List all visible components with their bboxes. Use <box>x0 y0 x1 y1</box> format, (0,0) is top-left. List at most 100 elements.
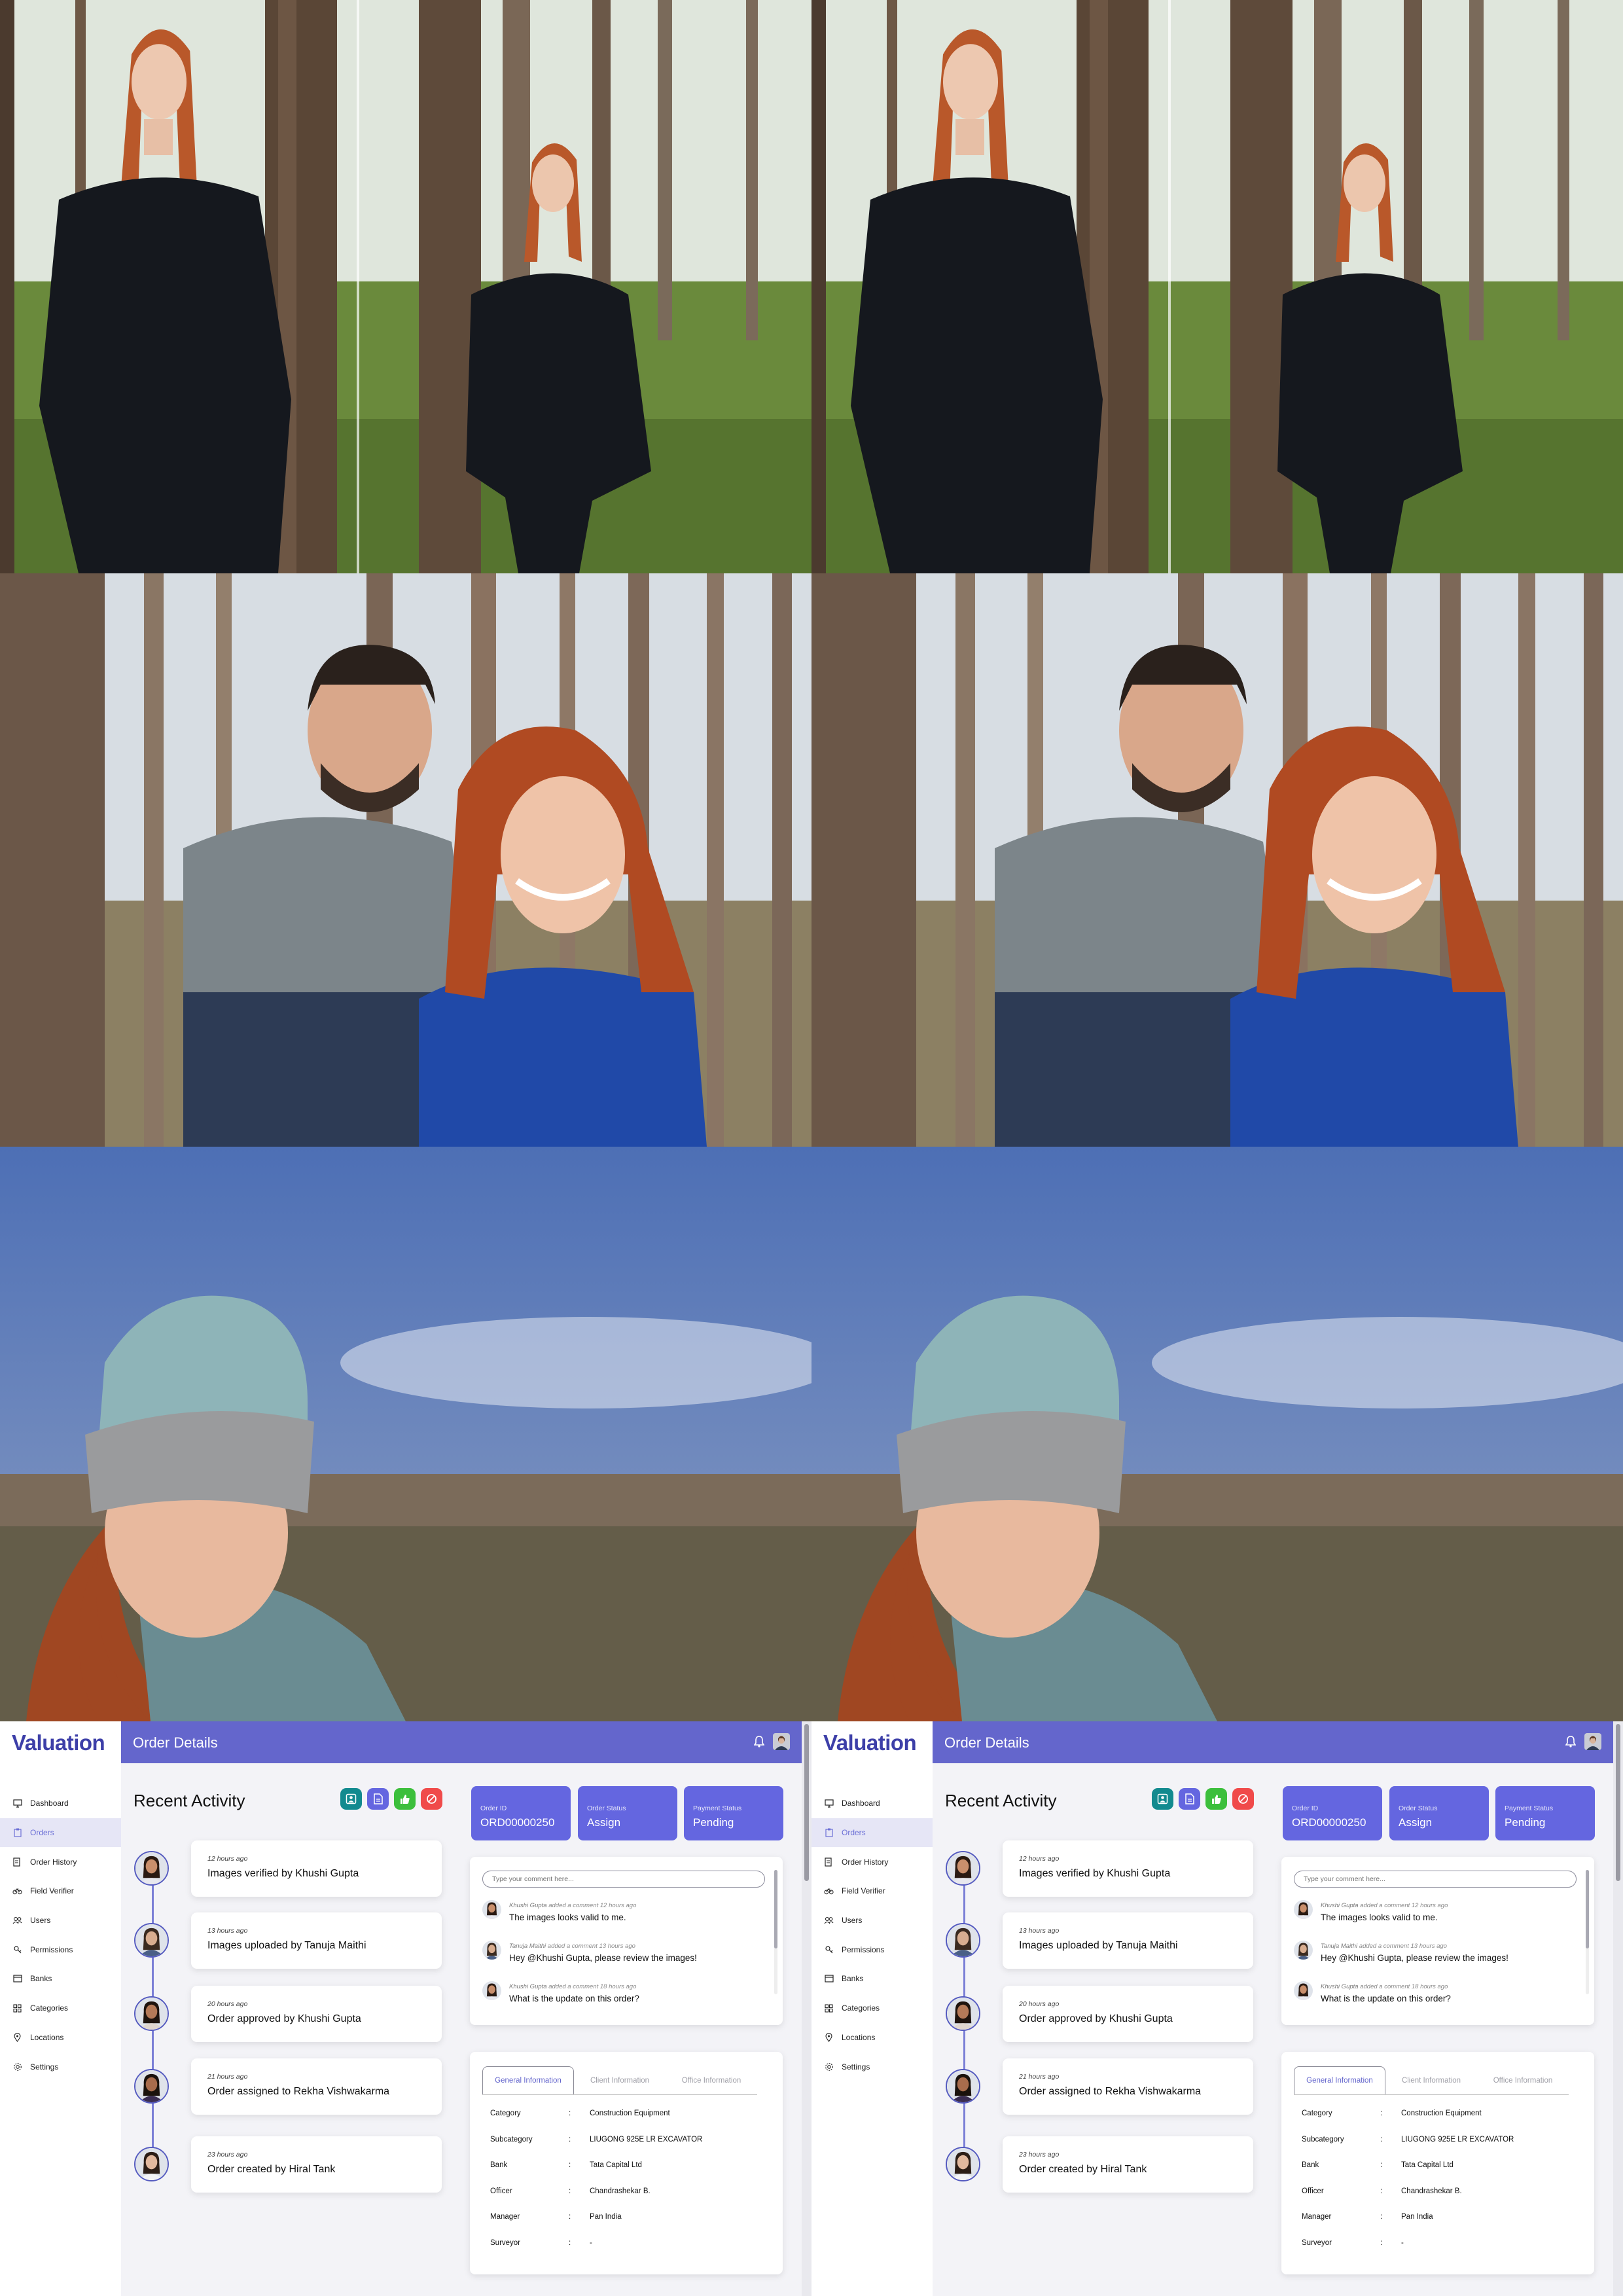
document-edit-button[interactable] <box>367 1788 389 1810</box>
info-value: Chandrashekar B. <box>1401 2187 1462 2195</box>
gear-icon <box>824 2062 834 2072</box>
info-row-manager: Manager : Pan India <box>1294 2213 1582 2226</box>
sidebar-item-categories[interactable]: Categories <box>812 1994 933 2023</box>
scrollbar-thumb[interactable] <box>1616 1724 1620 1881</box>
comments-scrollbar[interactable] <box>774 1870 777 1994</box>
activity-avatar <box>946 2147 980 2181</box>
comment-author[interactable]: Khushi Gupta <box>509 1902 547 1909</box>
sidebar-item-permissions[interactable]: Permissions <box>812 1935 933 1964</box>
comment-avatar <box>1294 1900 1313 1919</box>
comment-input[interactable] <box>482 1871 765 1888</box>
assign-user-button[interactable] <box>340 1788 362 1810</box>
comment-author[interactable]: Khushi Gupta <box>1321 1902 1359 1909</box>
tab-office-information[interactable]: Office Information <box>1477 2066 1569 2094</box>
bell-icon[interactable] <box>1565 1736 1576 1748</box>
info-row-bank: Bank : Tata Capital Ltd <box>482 2161 770 2174</box>
activity-message: Order created by Hiral Tank <box>1019 2164 1147 2175</box>
tab-office-information[interactable]: Office Information <box>666 2066 757 2094</box>
info-value: Tata Capital Ltd <box>1401 2161 1454 2169</box>
tab-general-information[interactable]: General Information <box>482 2066 574 2094</box>
sidebar-item-orders[interactable]: Orders <box>812 1818 933 1848</box>
cancel-button[interactable] <box>421 1788 442 1810</box>
sidebar-item-order-history[interactable]: Order History <box>0 1847 121 1876</box>
app-logo[interactable]: Valuation <box>12 1731 105 1755</box>
scrollbar-thumb[interactable] <box>804 1724 809 1881</box>
info-separator: : <box>569 2135 571 2144</box>
sidebar-item-users[interactable]: Users <box>0 1906 121 1935</box>
thumbs-up-button[interactable] <box>394 1788 416 1810</box>
info-key: Category <box>1302 2109 1332 2117</box>
sidebar-item-banks[interactable]: Banks <box>0 1964 121 1994</box>
sidebar-item-permissions[interactable]: Permissions <box>0 1935 121 1964</box>
tab-client-information[interactable]: Client Information <box>1385 2066 1477 2094</box>
activity-time: 12 hours ago <box>1019 1855 1060 1863</box>
sidebar-item-orders[interactable]: Orders <box>0 1818 121 1848</box>
info-row-officer: Officer : Chandrashekar B. <box>482 2187 770 2200</box>
comment-author[interactable]: Tanuja Maithi <box>509 1943 546 1950</box>
comment-meta: Khushi Gupta added a comment 18 hours ag… <box>1321 1983 1448 1990</box>
comment-author[interactable]: Tanuja Maithi <box>1321 1943 1357 1950</box>
stat-value: Pending <box>693 1816 734 1829</box>
comments-scrollbar[interactable] <box>1586 1870 1589 1994</box>
sidebar-item-categories[interactable]: Categories <box>0 1994 121 2023</box>
info-value: Chandrashekar B. <box>590 2187 651 2195</box>
comment-meta: Khushi Gupta added a comment 12 hours ag… <box>1321 1902 1448 1909</box>
document-edit-button[interactable] <box>1179 1788 1200 1810</box>
app-screen-right: Valuation Dashboard Orders Order History Fi… <box>812 1721 1623 2296</box>
comment-meta-text: added a comment 12 hours ago <box>1358 1902 1448 1909</box>
sidebar-item-order-history[interactable]: Order History <box>812 1847 933 1876</box>
activity-time: 13 hours ago <box>207 1927 248 1935</box>
valuation-app: Valuation Dashboard Orders Order History Fi… <box>812 1721 1623 2296</box>
stat-value: Pending <box>1505 1816 1546 1829</box>
tab-client-information[interactable]: Client Information <box>574 2066 666 2094</box>
pin-icon <box>824 2032 834 2042</box>
sidebar-item-dashboard[interactable]: Dashboard <box>0 1789 121 1818</box>
page-scrollbar[interactable] <box>802 1721 812 2296</box>
app-logo[interactable]: Valuation <box>823 1731 917 1755</box>
thumbs-up-button[interactable] <box>1205 1788 1227 1810</box>
sidebar-item-locations[interactable]: Locations <box>812 2023 933 2053</box>
order-info-card: General Information Client Information Off… <box>1281 2052 1594 2274</box>
info-key: Bank <box>1302 2161 1319 2169</box>
comment-input[interactable] <box>1294 1871 1577 1888</box>
sidebar-item-label: Dashboard <box>842 1799 880 1808</box>
info-key: Category <box>490 2109 521 2117</box>
sidebar-item-settings[interactable]: Settings <box>0 2052 121 2081</box>
tab-general-information[interactable]: General Information <box>1294 2066 1385 2094</box>
assign-user-button[interactable] <box>1152 1788 1173 1810</box>
activity-avatar <box>134 1851 169 1886</box>
sidebar-item-locations[interactable]: Locations <box>0 2023 121 2053</box>
activity-card: 23 hours ago Order created by Hiral Tank <box>191 2136 442 2193</box>
info-key: Surveyor <box>490 2238 521 2247</box>
sidebar-item-label: Locations <box>30 2032 64 2042</box>
activity-card: 21 hours ago Order assigned to Rekha Vis… <box>1003 2058 1253 2115</box>
comment-item: Khushi Gupta added a comment 18 hours ag… <box>1294 1981 1575 2013</box>
activity-message: Images verified by Khushi Gupta <box>207 1868 359 1879</box>
sidebar-item-dashboard[interactable]: Dashboard <box>812 1789 933 1818</box>
comments-scrollbar-thumb[interactable] <box>774 1870 777 1948</box>
sidebar-item-users[interactable]: Users <box>812 1906 933 1935</box>
comment-meta-text: added a comment 13 hours ago <box>546 1943 635 1950</box>
recent-activity-title: Recent Activity <box>945 1791 1057 1810</box>
info-value: LIUGONG 925E LR EXCAVATOR <box>590 2135 703 2144</box>
comments-scrollbar-thumb[interactable] <box>1586 1870 1589 1948</box>
comment-author[interactable]: Khushi Gupta <box>1321 1983 1359 1990</box>
stat-order-status: Order Status Assign <box>1389 1786 1489 1840</box>
cancel-icon <box>1238 1793 1249 1804</box>
sidebar-item-banks[interactable]: Banks <box>812 1964 933 1994</box>
user-avatar[interactable] <box>1584 1733 1601 1750</box>
bell-icon[interactable] <box>754 1736 764 1748</box>
sidebar-item-field-verifier[interactable]: Field Verifier <box>812 1876 933 1906</box>
sidebar-item-field-verifier[interactable]: Field Verifier <box>0 1876 121 1906</box>
stat-order-id: Order ID ORD00000250 <box>471 1786 571 1840</box>
page-scrollbar[interactable] <box>1613 1721 1623 2296</box>
cancel-button[interactable] <box>1232 1788 1254 1810</box>
sidebar-item-settings[interactable]: Settings <box>812 2052 933 2081</box>
sidebar-item-label: Users <box>842 1916 863 1926</box>
comment-author[interactable]: Khushi Gupta <box>509 1983 547 1990</box>
page-title: Order Details <box>133 1734 218 1751</box>
info-value: Pan India <box>590 2213 622 2221</box>
user-avatar[interactable] <box>773 1733 790 1750</box>
activity-avatar <box>134 2069 169 2104</box>
stat-label: Order ID <box>480 1804 507 1812</box>
